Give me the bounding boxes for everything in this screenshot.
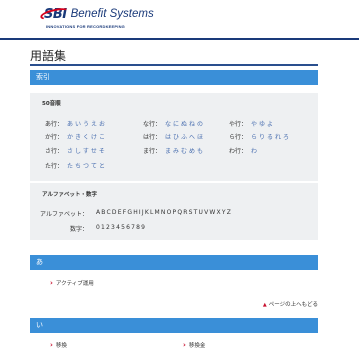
term-label: 移換 (55, 343, 67, 349)
kana-row: ら行： らりるれろ (229, 132, 291, 141)
section-bar-i: い (30, 318, 318, 333)
term-link[interactable]: › 移換金 (183, 341, 205, 349)
kana-group-label: さ行： (45, 148, 64, 155)
back-to-top-link[interactable]: ▲ ページの上へもどる (263, 300, 318, 308)
kana-links[interactable]: たちつてと (67, 161, 107, 170)
kana-links[interactable]: さしすせそ (67, 146, 107, 155)
kana-links[interactable]: はひふへほ (165, 132, 205, 141)
kana-row: わ行：わ (229, 146, 259, 155)
kana-row: た行： たちつてと (45, 161, 107, 170)
kana-group-label: は行： (143, 134, 162, 141)
kana-group-label: ま行： (143, 148, 162, 155)
section-bar-a: あ (30, 255, 318, 270)
back-to-top-label: ページの上へもどる (268, 302, 318, 308)
kana-links[interactable]: なにぬねの (165, 119, 205, 128)
index-bar: 索引 (30, 70, 318, 85)
kana-group-label: な行： (143, 121, 162, 128)
kana-row: や行： やゆよ (229, 119, 275, 128)
alnum-heading: アルファベット・数字 (42, 192, 97, 198)
chevron-right-icon: › (50, 278, 53, 287)
title-divider (30, 64, 318, 66)
kana-group-label: ら行： (229, 134, 248, 141)
kana-links[interactable]: わ (251, 146, 259, 155)
kana-row: は行： はひふへほ (143, 132, 205, 141)
logo-tagline: INNOVATIONS FOR RECORDKEEPING (46, 24, 125, 29)
kana-group-label: あ行： (45, 121, 64, 128)
kana-links[interactable]: あいうえお (67, 119, 107, 128)
kana-row: か行： かきくけこ (45, 132, 107, 141)
gojuon-heading: 50音順 (42, 101, 61, 107)
chevron-right-icon: › (50, 340, 53, 349)
kana-group-label: か行： (45, 134, 64, 141)
kana-group-label: た行： (45, 163, 64, 170)
kana-links[interactable]: かきくけこ (67, 132, 107, 141)
kana-links[interactable]: らりるれろ (251, 132, 291, 141)
kana-links[interactable]: まみむめも (165, 146, 205, 155)
kana-group-label: わ行： (229, 148, 248, 155)
logo-name: Benefit Systems (70, 8, 154, 20)
term-label: アクティブ運用 (55, 281, 94, 287)
triangle-up-icon: ▲ (262, 302, 267, 308)
alphabet-links[interactable]: ABCDEFGHIJKLMNOPQRSTUVWXYZ (96, 209, 232, 218)
site-header: SBI Benefit Systems INNOVATIONS FOR RECO… (0, 0, 359, 40)
logo-mark: SBI (39, 5, 71, 23)
digit-links[interactable]: 0123456789 (96, 224, 146, 233)
kana-row: さ行： さしすせそ (45, 146, 107, 155)
kana-row: ま行： まみむめも (143, 146, 205, 155)
alphabet-label: アルファベット： (40, 211, 88, 218)
alphabet-row: アルファベット： ABCDEFGHIJKLMNOPQRSTUVWXYZ (38, 209, 232, 218)
chevron-right-icon: › (183, 340, 186, 349)
kana-links[interactable]: やゆよ (251, 119, 275, 128)
kana-row: あ行： あいうえお (45, 119, 107, 128)
logo[interactable]: SBI Benefit Systems (39, 5, 154, 23)
digit-label: 数字： (69, 226, 88, 233)
term-label: 移換金 (188, 343, 206, 349)
term-link[interactable]: › 移換 (50, 341, 67, 349)
kana-group-label: や行： (229, 121, 248, 128)
term-link[interactable]: › アクティブ運用 (50, 279, 94, 287)
page-title: 用語集 (30, 49, 67, 63)
kana-row: な行： なにぬねの (143, 119, 205, 128)
digit-row: 数字： 0123456789 (38, 224, 146, 233)
